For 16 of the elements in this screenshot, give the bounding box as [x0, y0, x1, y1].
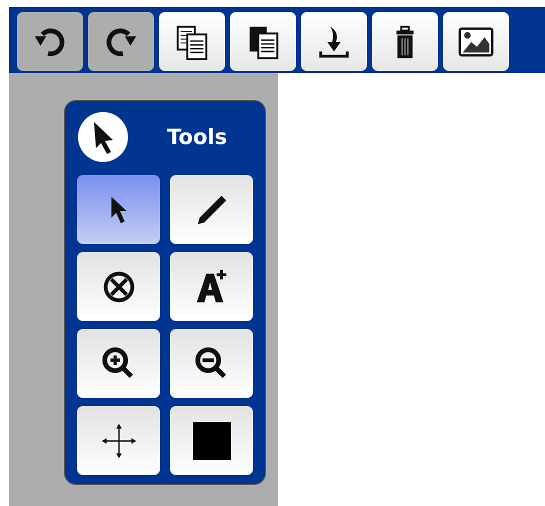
color-tool-button[interactable]	[170, 406, 253, 475]
download-button[interactable]	[301, 12, 367, 71]
pan-tool-button[interactable]	[77, 406, 160, 475]
pencil-tool-button[interactable]	[170, 175, 253, 244]
duplicate-button[interactable]	[159, 12, 225, 71]
erase-tool-button[interactable]	[77, 252, 160, 321]
zoom-out-tool-button[interactable]	[170, 329, 253, 398]
copy-button[interactable]	[230, 12, 296, 71]
image-button[interactable]	[443, 12, 509, 71]
move-arrows-icon	[100, 422, 138, 460]
arrow-pointer-icon	[77, 111, 129, 163]
select-tool-button[interactable]	[77, 175, 160, 244]
zoom-in-tool-button[interactable]	[77, 329, 160, 398]
text-tool-button[interactable]	[170, 252, 253, 321]
delete-button[interactable]	[372, 12, 438, 71]
panel-title: Tools	[167, 125, 228, 149]
